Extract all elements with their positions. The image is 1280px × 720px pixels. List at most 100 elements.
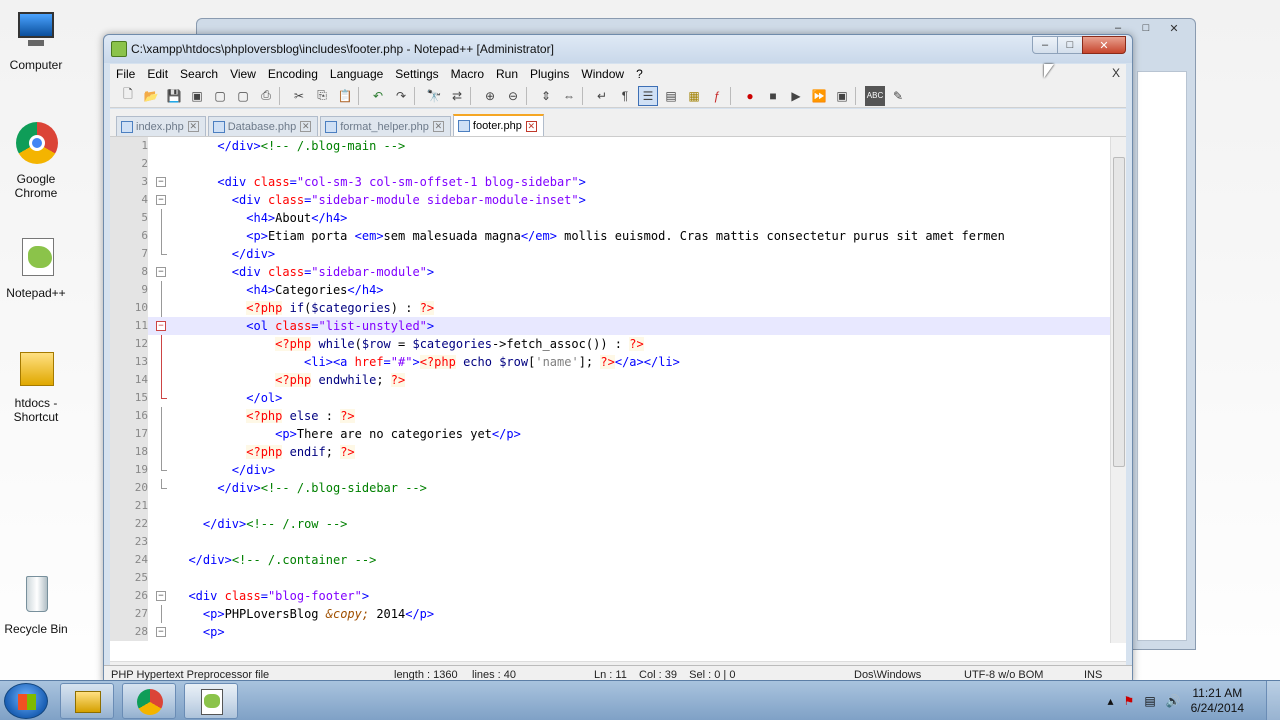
menu-edit[interactable]: Edit bbox=[141, 67, 174, 81]
line-number: 17 bbox=[110, 425, 148, 443]
tab-close-icon[interactable]: ✕ bbox=[300, 121, 312, 132]
menu-settings[interactable]: Settings bbox=[389, 67, 444, 81]
toolbar-separator bbox=[358, 86, 364, 105]
play-macro-icon[interactable]: ▶ bbox=[786, 86, 806, 106]
fold-toggle[interactable]: − bbox=[154, 587, 168, 605]
desktop-icon-recycle-bin[interactable]: Recycle Bin bbox=[0, 572, 72, 636]
fold-toggle[interactable]: − bbox=[154, 191, 168, 209]
taskbar-chrome[interactable] bbox=[122, 683, 176, 719]
spell-check-icon[interactable]: ABC bbox=[865, 85, 885, 106]
tab-close-icon[interactable]: ✕ bbox=[525, 120, 537, 132]
fold-toggle[interactable]: − bbox=[154, 263, 168, 281]
auto-spell-icon[interactable]: ✎ bbox=[888, 86, 908, 106]
taskbar-explorer[interactable] bbox=[60, 683, 114, 719]
menu-encoding[interactable]: Encoding bbox=[262, 67, 324, 81]
record-macro-icon[interactable]: ● bbox=[740, 86, 760, 106]
tab-close-icon[interactable]: ✕ bbox=[187, 121, 199, 132]
tab-close-icon[interactable]: ✕ bbox=[432, 121, 444, 132]
taskbar-notepadpp[interactable] bbox=[184, 683, 238, 719]
save-all-icon[interactable]: ▣ bbox=[187, 86, 207, 106]
code-line: 21 bbox=[110, 497, 1110, 515]
clock-time: 11:21 AM bbox=[1192, 686, 1243, 700]
word-wrap-icon[interactable]: ↵ bbox=[592, 86, 612, 106]
line-number: 27 bbox=[110, 605, 148, 623]
tab-database-php[interactable]: Database.php ✕ bbox=[207, 116, 319, 136]
menu-file[interactable]: File bbox=[110, 67, 141, 81]
show-desktop-button[interactable] bbox=[1266, 681, 1280, 720]
menu-macro[interactable]: Macro bbox=[445, 67, 490, 81]
sync-horizontal-icon[interactable]: ⇔ bbox=[559, 86, 579, 106]
udl-icon[interactable]: ▤ bbox=[661, 86, 681, 106]
menu-view[interactable]: View bbox=[224, 67, 262, 81]
open-file-icon[interactable]: 📂 bbox=[141, 86, 161, 106]
line-number: 21 bbox=[110, 497, 148, 515]
close-document-button[interactable]: X bbox=[1112, 66, 1120, 80]
replace-icon[interactable]: ⇄ bbox=[447, 86, 467, 106]
maximize-button[interactable]: □ bbox=[1057, 36, 1083, 54]
copy-icon[interactable]: ⎘ bbox=[312, 86, 332, 106]
line-number: 28 bbox=[110, 623, 148, 641]
network-icon[interactable]: ▤ bbox=[1144, 694, 1155, 708]
file-icon bbox=[325, 120, 338, 133]
code-line: 25 bbox=[110, 569, 1110, 587]
toolbar-separator bbox=[470, 86, 476, 105]
vertical-scrollbar[interactable] bbox=[1110, 137, 1126, 643]
menu-plugins[interactable]: Plugins bbox=[524, 67, 575, 81]
redo-icon[interactable]: ↷ bbox=[391, 86, 411, 106]
show-all-chars-icon[interactable]: ¶ bbox=[615, 86, 635, 106]
fold-toggle[interactable]: − bbox=[154, 317, 168, 335]
menu-search[interactable]: Search bbox=[174, 67, 224, 81]
fold-toggle[interactable]: − bbox=[154, 623, 168, 641]
desktop-icon-htdocs[interactable]: htdocs - Shortcut bbox=[0, 346, 72, 424]
code-editor[interactable]: 1 </div><!-- /.blog-main --> 2 3− <div c… bbox=[110, 136, 1126, 678]
start-button[interactable] bbox=[4, 683, 48, 719]
menu-language[interactable]: Language bbox=[324, 67, 389, 81]
find-icon[interactable]: 🔭 bbox=[424, 86, 444, 106]
zoom-out-icon[interactable]: ⊖ bbox=[503, 86, 523, 106]
cut-icon[interactable]: ✂ bbox=[289, 86, 309, 106]
desktop-icon-label: Notepad++ bbox=[6, 286, 66, 300]
line-number: 13 bbox=[110, 353, 148, 371]
indent-guide-icon[interactable]: ☰ bbox=[638, 85, 658, 106]
line-number: 24 bbox=[110, 551, 148, 569]
line-number: 11 bbox=[110, 317, 148, 335]
print-icon[interactable]: ⎙ bbox=[256, 86, 276, 106]
save-icon[interactable]: 💾 bbox=[164, 86, 184, 106]
tab-index-php[interactable]: index.php ✕ bbox=[116, 116, 206, 136]
notepadpp-icon bbox=[14, 236, 58, 280]
new-file-icon[interactable]: 🗋 bbox=[118, 86, 138, 106]
save-macro-icon[interactable]: ▣ bbox=[832, 86, 852, 106]
volume-icon[interactable]: 🔊 bbox=[1166, 694, 1181, 708]
menu-help[interactable]: ? bbox=[630, 67, 649, 81]
fold-toggle[interactable]: − bbox=[154, 173, 168, 191]
function-list-icon[interactable]: ƒ bbox=[707, 86, 727, 106]
undo-icon[interactable]: ↶ bbox=[368, 86, 388, 106]
tab-label: index.php bbox=[136, 120, 184, 133]
menu-window[interactable]: Window bbox=[575, 67, 630, 81]
zoom-in-icon[interactable]: ⊕ bbox=[480, 86, 500, 106]
title-bar[interactable]: C:\xampp\htdocs\phploversblog\includes\f… bbox=[104, 35, 1132, 63]
tab-format-helper-php[interactable]: format_helper.php ✕ bbox=[320, 116, 451, 136]
doc-map-icon[interactable]: ▦ bbox=[684, 86, 704, 106]
close-button[interactable]: ✕ bbox=[1082, 36, 1126, 54]
maximize-icon[interactable]: □ bbox=[1133, 19, 1159, 37]
paste-icon[interactable]: 📋 bbox=[335, 86, 355, 106]
tab-footer-php[interactable]: footer.php ✕ bbox=[452, 114, 544, 136]
minimize-button[interactable]: – bbox=[1032, 36, 1058, 54]
desktop-icon-label: Computer bbox=[9, 58, 63, 72]
vertical-scroll-thumb[interactable] bbox=[1113, 157, 1125, 467]
desktop-icon-chrome[interactable]: Google Chrome bbox=[0, 122, 72, 200]
close-icon[interactable]: ✕ bbox=[1161, 19, 1187, 37]
tab-label: format_helper.php bbox=[340, 120, 429, 133]
menu-run[interactable]: Run bbox=[490, 67, 524, 81]
close-file-icon[interactable]: ▢ bbox=[210, 86, 230, 106]
close-all-icon[interactable]: ▢ bbox=[233, 86, 253, 106]
desktop-icon-computer[interactable]: Computer bbox=[0, 8, 72, 72]
stop-macro-icon[interactable]: ■ bbox=[763, 86, 783, 106]
desktop-icon-notepadpp[interactable]: Notepad++ bbox=[0, 236, 72, 300]
action-center-icon[interactable]: ⚑ bbox=[1124, 694, 1135, 708]
clock[interactable]: 11:21 AM 6/24/2014 bbox=[1191, 686, 1244, 716]
sync-vertical-icon[interactable]: ⇕ bbox=[536, 86, 556, 106]
show-hidden-icons-icon[interactable]: ▴ bbox=[1108, 694, 1114, 708]
run-macro-multiple-icon[interactable]: ⏩ bbox=[809, 86, 829, 106]
